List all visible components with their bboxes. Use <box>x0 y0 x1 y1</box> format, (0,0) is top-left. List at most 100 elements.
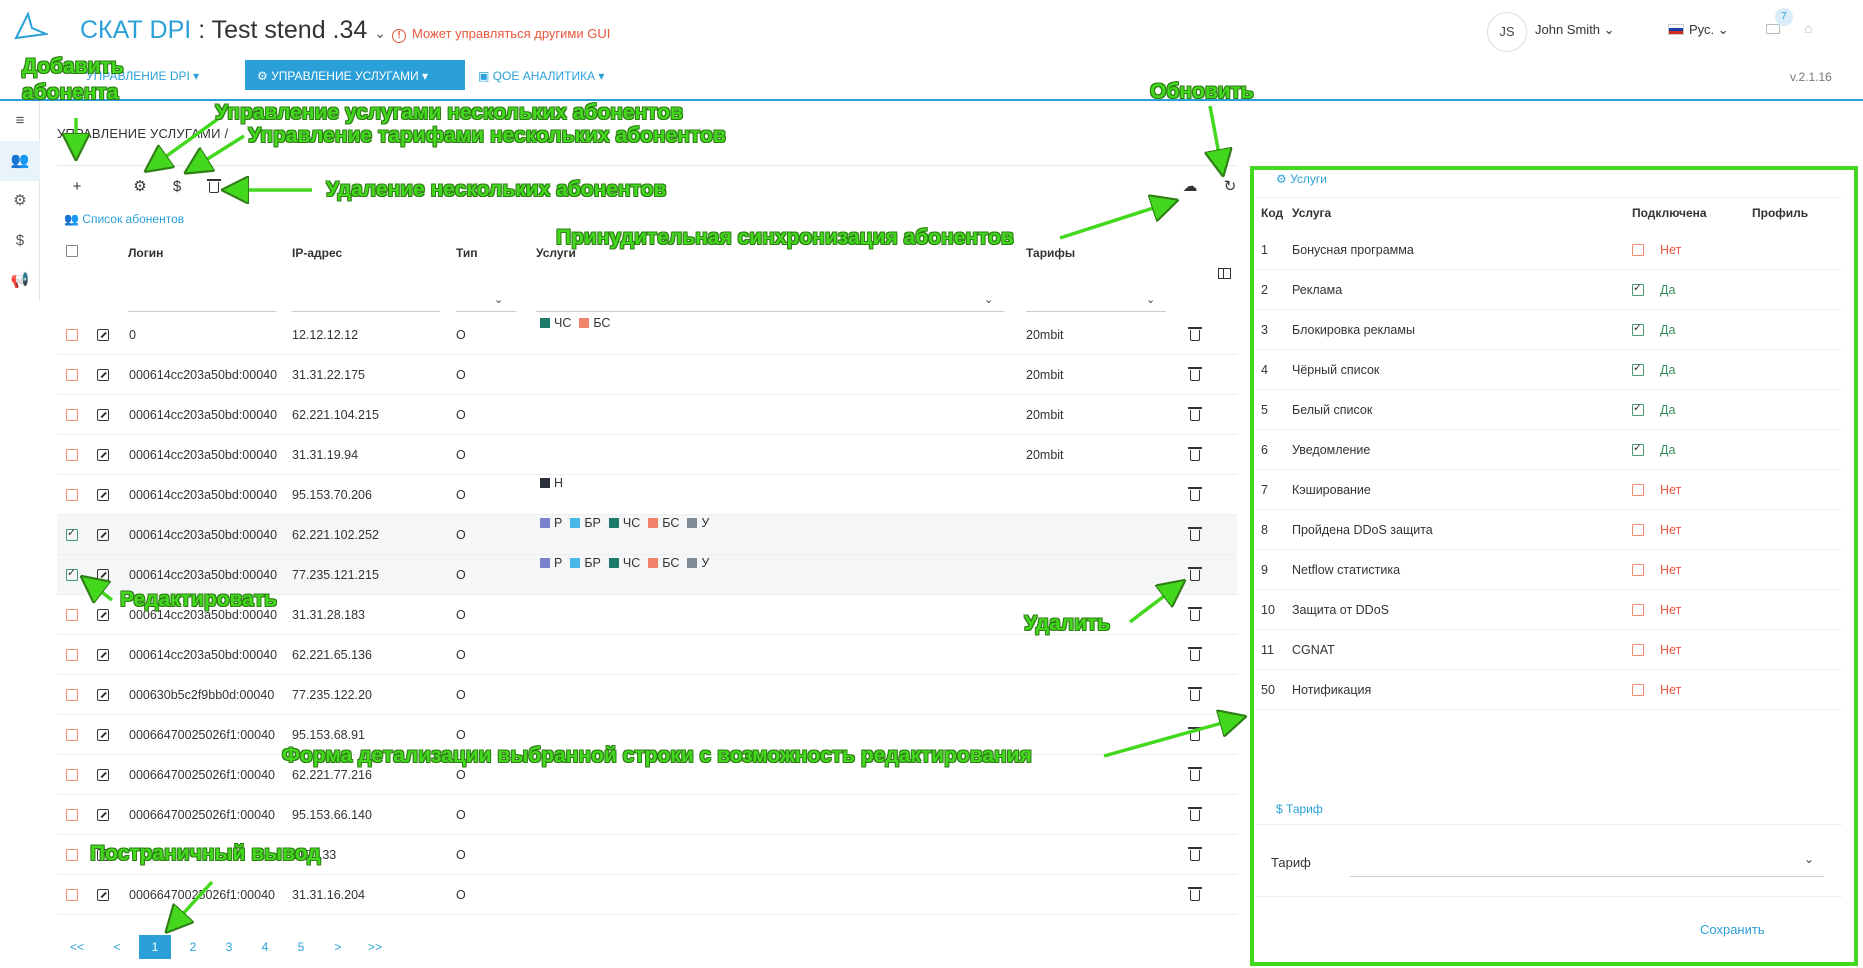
row-select-checkbox[interactable] <box>66 489 78 501</box>
delete-row-icon[interactable] <box>1188 327 1202 341</box>
edit-icon[interactable] <box>97 369 109 381</box>
edit-icon[interactable] <box>97 889 109 901</box>
delete-row-icon[interactable] <box>1188 607 1202 621</box>
row-select-checkbox[interactable] <box>66 849 78 861</box>
pagination-item[interactable]: << <box>64 935 90 959</box>
delete-row-icon[interactable] <box>1188 527 1202 541</box>
service-enabled-checkbox[interactable] <box>1632 244 1644 256</box>
row-select-checkbox[interactable] <box>66 409 78 421</box>
gears-icon[interactable]: ⚙ <box>0 181 40 221</box>
megaphone-icon[interactable]: 📢 <box>0 261 40 301</box>
nav-service-management[interactable]: ⚙ Управление услугами ▾ <box>245 60 465 90</box>
table-row[interactable]: 0 12.12.12.12 O ЧС БС 20mbit <box>57 315 1237 355</box>
pagination-item[interactable]: < <box>104 935 130 959</box>
pagination-item[interactable]: >> <box>362 935 388 959</box>
ip-filter-input[interactable] <box>292 311 440 312</box>
row-select-checkbox[interactable] <box>66 369 78 381</box>
table-row[interactable]: 000614cc203a50bd:00040 95.153.70.206 O Н <box>57 475 1237 515</box>
row-select-checkbox[interactable] <box>66 449 78 461</box>
user-menu[interactable]: John Smith ⌄ <box>1535 22 1615 38</box>
menu-icon[interactable]: ≡ <box>0 101 40 141</box>
service-enabled-checkbox[interactable] <box>1632 484 1644 496</box>
chevron-down-icon[interactable]: ⌄ <box>494 293 503 306</box>
chevron-down-icon[interactable]: ⌄ <box>1804 852 1814 866</box>
delete-row-icon[interactable] <box>1188 807 1202 821</box>
delete-row-icon[interactable] <box>1188 767 1202 781</box>
edit-icon[interactable] <box>97 689 109 701</box>
chevron-down-icon[interactable]: ⌄ <box>984 293 993 306</box>
refresh-button[interactable]: ↻ <box>1219 176 1241 198</box>
delete-row-icon[interactable] <box>1188 727 1202 741</box>
multi-services-button[interactable]: ⚙ <box>129 176 151 198</box>
row-select-checkbox[interactable] <box>66 526 78 541</box>
nav-qoe-analytics[interactable]: ▣ QoE аналитика ▾ <box>472 60 610 90</box>
delete-row-icon[interactable] <box>1188 847 1202 861</box>
edit-icon[interactable] <box>97 569 109 581</box>
row-select-checkbox[interactable] <box>66 566 78 581</box>
delete-row-icon[interactable] <box>1188 367 1202 381</box>
edit-icon[interactable] <box>97 609 109 621</box>
tariff-filter-select[interactable] <box>1026 311 1166 312</box>
table-row[interactable]: 000630b5c2f9bb0d:00040 77.235.122.20 O <box>57 675 1237 715</box>
service-enabled-checkbox[interactable] <box>1632 281 1644 296</box>
row-select-checkbox[interactable] <box>66 329 78 341</box>
edit-icon[interactable] <box>97 409 109 421</box>
edit-icon[interactable] <box>97 729 109 741</box>
row-select-checkbox[interactable] <box>66 729 78 741</box>
bank-icon[interactable]: ⌂ <box>1804 21 1818 35</box>
edit-icon[interactable] <box>97 809 109 821</box>
subscribers-icon[interactable]: 👥 <box>0 141 40 181</box>
service-enabled-checkbox[interactable] <box>1632 684 1644 696</box>
delete-row-icon[interactable] <box>1188 447 1202 461</box>
service-enabled-checkbox[interactable] <box>1632 401 1644 416</box>
service-enabled-checkbox[interactable] <box>1632 604 1644 616</box>
row-select-checkbox[interactable] <box>66 609 78 621</box>
edit-icon[interactable] <box>97 649 109 661</box>
dollar-icon[interactable]: $ <box>0 221 40 261</box>
row-select-checkbox[interactable] <box>66 889 78 901</box>
row-select-checkbox[interactable] <box>66 689 78 701</box>
pagination-item[interactable]: 3 <box>216 935 242 959</box>
delete-row-icon[interactable] <box>1188 407 1202 421</box>
column-header-type[interactable]: Тип <box>456 246 478 260</box>
language-select[interactable]: Рус. ⌄ <box>1668 22 1729 38</box>
multi-tariffs-button[interactable]: $ <box>166 176 188 198</box>
app-title[interactable]: СКАТ DPI : Test stend .34 ⌄ <box>80 16 386 45</box>
pagination-item[interactable]: 2 <box>180 935 206 959</box>
service-enabled-checkbox[interactable] <box>1632 361 1644 376</box>
column-header-ip[interactable]: IP-адрес <box>292 246 342 260</box>
delete-row-icon[interactable] <box>1188 887 1202 901</box>
avatar[interactable]: JS <box>1487 12 1527 52</box>
chevron-down-icon[interactable]: ⌄ <box>1146 293 1155 306</box>
columns-toggle-icon[interactable] <box>1218 268 1231 279</box>
edit-icon[interactable] <box>97 489 109 501</box>
column-header-login[interactable]: Логин <box>128 246 163 260</box>
service-enabled-checkbox[interactable] <box>1632 441 1644 456</box>
edit-icon[interactable] <box>97 449 109 461</box>
edit-icon[interactable] <box>97 329 109 341</box>
multi-delete-button[interactable] <box>203 176 225 198</box>
service-enabled-checkbox[interactable] <box>1632 564 1644 576</box>
tariff-select[interactable] <box>1350 876 1824 877</box>
delete-row-icon[interactable] <box>1188 687 1202 701</box>
edit-icon[interactable] <box>97 769 109 781</box>
table-row[interactable]: 000614cc203a50bd:00040 31.31.22.175 O 20mbi… <box>57 355 1237 395</box>
sync-button[interactable]: ☁ <box>1179 176 1201 198</box>
delete-row-icon[interactable] <box>1188 647 1202 661</box>
table-row[interactable]: 00066470025026f1:00040 31.31.16.204 O <box>57 875 1237 915</box>
table-row[interactable]: 000614cc203a50bd:00040 62.221.102.252 O Р БР… <box>57 515 1237 555</box>
select-all-checkbox[interactable] <box>66 245 78 257</box>
services-filter-select[interactable] <box>536 311 1004 312</box>
table-row[interactable]: 00066470025026f1:00040 95.153.66.140 O <box>57 795 1237 835</box>
delete-row-icon[interactable] <box>1188 487 1202 501</box>
pagination-item[interactable]: 4 <box>252 935 278 959</box>
type-filter-select[interactable] <box>456 311 516 312</box>
table-row[interactable]: 000614cc203a50bd:00040 31.31.19.94 O 20mbit <box>57 435 1237 475</box>
service-enabled-checkbox[interactable] <box>1632 644 1644 656</box>
delete-row-icon[interactable] <box>1188 567 1202 581</box>
row-select-checkbox[interactable] <box>66 809 78 821</box>
service-enabled-checkbox[interactable] <box>1632 524 1644 536</box>
pagination-item[interactable]: 5 <box>288 935 314 959</box>
row-select-checkbox[interactable] <box>66 649 78 661</box>
table-row[interactable]: 000614cc203a50bd:00040 62.221.65.136 O <box>57 635 1237 675</box>
